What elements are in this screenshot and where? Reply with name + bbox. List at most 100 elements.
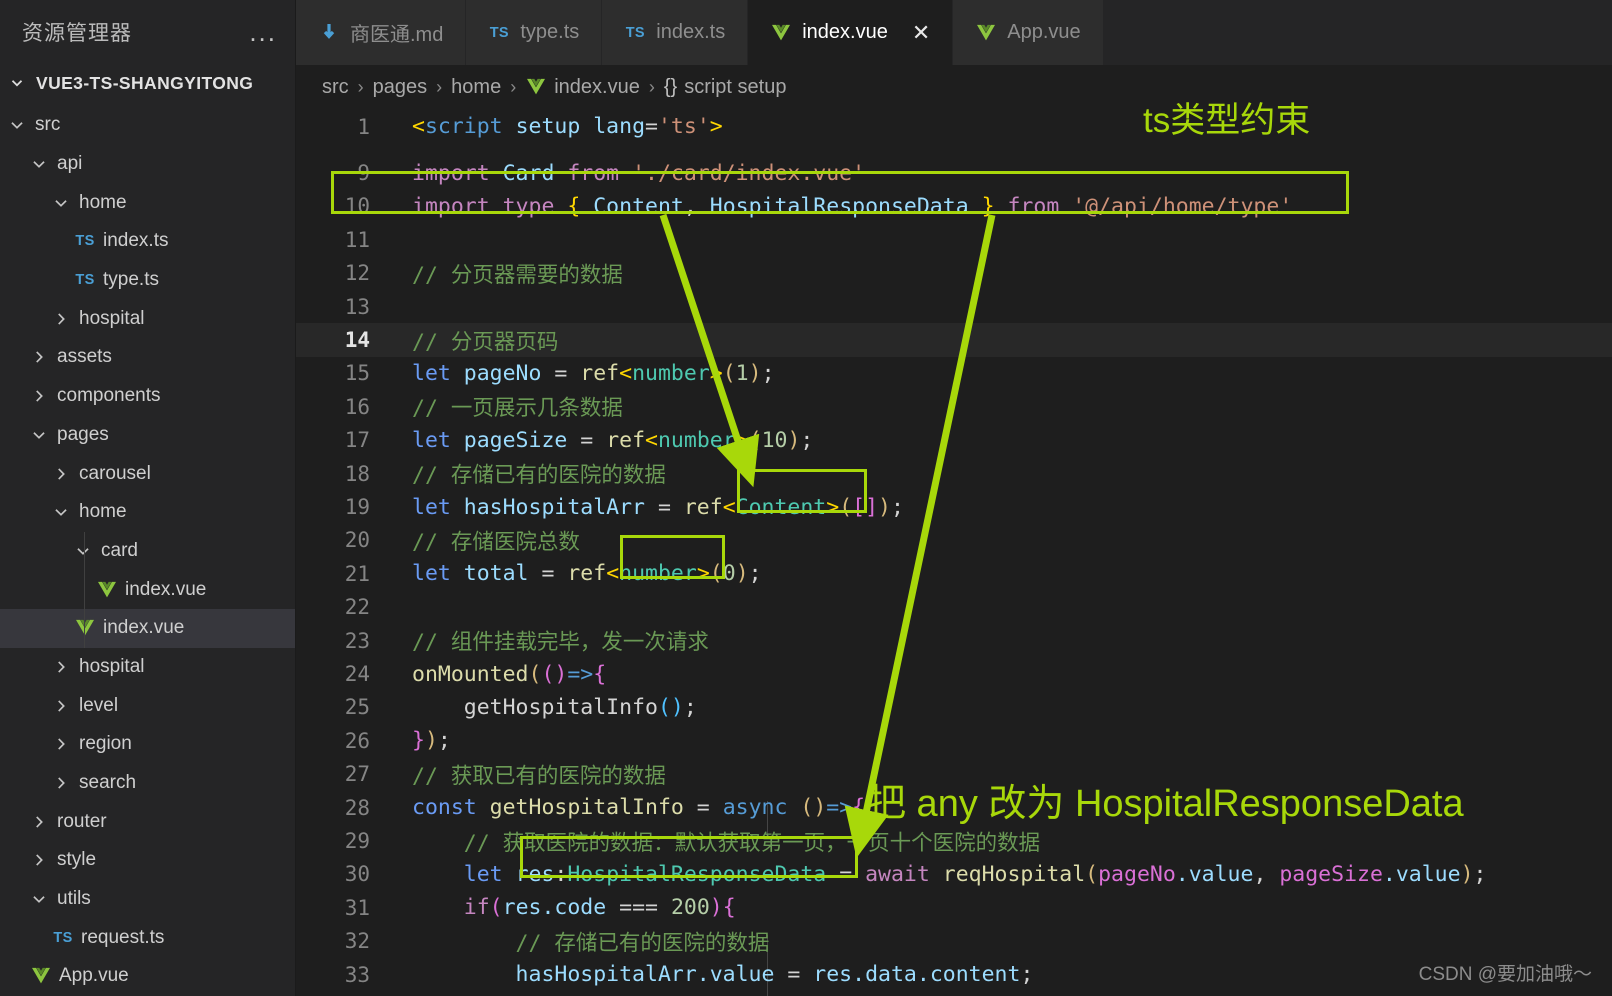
tree-item-hospital[interactable]: hospital (0, 648, 295, 687)
code-line-31[interactable]: 31 if(res.code === 200){ (296, 891, 1612, 924)
code-line-1[interactable]: 1 <script setup lang='ts'> (296, 110, 1612, 143)
tree-item-home[interactable]: home (0, 493, 295, 532)
code-line-text: getHospitalInfo(); (412, 694, 697, 720)
code-editor[interactable]: 1 <script setup lang='ts'> 9 import Card fr… (296, 109, 1612, 996)
code-line-17[interactable]: 17 let pageSize = ref<number>(10); (296, 424, 1612, 457)
editor-tab-index-vue[interactable]: index.vue ✕ (748, 0, 954, 65)
line-number: 33 (344, 962, 370, 987)
line-number: 28 (344, 795, 370, 820)
tree-item-carousel[interactable]: carousel (0, 454, 295, 493)
chevron-right-icon[interactable] (52, 465, 72, 483)
code-line-19[interactable]: 19 let hasHospitalArr = ref<Content>([]); (296, 490, 1612, 523)
tree-item-src[interactable]: src (0, 106, 295, 145)
tree-indent-guide (84, 531, 85, 571)
code-line-11[interactable]: 11 (296, 223, 1612, 256)
chevron-down-icon[interactable] (52, 194, 72, 212)
tree-item-label: api (57, 153, 83, 175)
tree-item-router[interactable]: router (0, 802, 295, 841)
tree-item-index-vue[interactable]: index.vue (0, 608, 295, 648)
tree-item-pages[interactable]: pages (0, 416, 295, 455)
code-line-24[interactable]: 24 onMounted(()=>{ (296, 657, 1612, 690)
editor-tab-type-ts[interactable]: TS type.ts (466, 0, 603, 65)
editor-tab-商医通-md[interactable]: 商医通.md (296, 0, 467, 65)
tree-item-style[interactable]: style (0, 841, 295, 880)
code-line-25[interactable]: 25 getHospitalInfo(); (296, 691, 1612, 724)
code-line-text: // 存储已有的医院的数据 (412, 930, 770, 956)
code-line-21[interactable]: 21 let total = ref<number>(0); (296, 557, 1612, 590)
chevron-right-icon[interactable] (52, 697, 72, 715)
chevron-right-icon[interactable] (52, 735, 72, 753)
chevron-right-icon[interactable] (52, 774, 72, 792)
tree-item-label: utils (57, 888, 91, 910)
chevron-down-icon[interactable] (52, 503, 72, 521)
line-number: 29 (344, 829, 370, 854)
chevron-right-icon[interactable] (30, 851, 50, 869)
code-line-13[interactable]: 13 (296, 290, 1612, 323)
chevron-down-icon[interactable] (30, 155, 50, 173)
code-line-14[interactable]: 14 // 分页器页码 (296, 323, 1612, 357)
chevron-right-icon[interactable] (52, 310, 72, 328)
chevron-down-icon[interactable] (30, 890, 50, 908)
tree-item-components[interactable]: components (0, 377, 295, 416)
chevron-down-icon[interactable] (30, 426, 50, 444)
code-line-33[interactable]: 33 hasHospitalArr.value = res.data.conte… (296, 958, 1612, 991)
code-line-28[interactable]: 28 const getHospitalInfo = async ()=>{ (296, 791, 1612, 824)
tree-item-search[interactable]: search (0, 764, 295, 803)
editor-tab-App-vue[interactable]: App.vue (953, 0, 1104, 65)
tab-bar-filler (1103, 0, 1612, 65)
close-icon[interactable]: ✕ (912, 21, 930, 44)
vue-icon (96, 581, 118, 599)
editor-tab-index-ts[interactable]: TS index.ts (602, 0, 749, 65)
code-line-text: const getHospitalInfo = async ()=>{ (412, 795, 866, 821)
code-line-26[interactable]: 26}); (296, 724, 1612, 757)
breadcrumb-item-home[interactable]: home (451, 76, 501, 99)
code-line-12[interactable]: 12 // 分页器需要的数据 (296, 257, 1612, 290)
workspace-root-row[interactable]: VUE3-TS-SHANGYITONG (0, 64, 295, 102)
chevron-right-icon[interactable] (52, 658, 72, 676)
breadcrumb-item-pages[interactable]: pages (373, 76, 428, 99)
code-line-text: onMounted(()=>{ (412, 661, 607, 687)
tree-item-utils[interactable]: utils (0, 880, 295, 919)
code-line-15[interactable]: 15 let pageNo = ref<number>(1); (296, 357, 1612, 390)
code-line-text: hasHospitalArr.value = res.data.content; (412, 962, 1034, 988)
breadcrumb-item-src[interactable]: src (322, 76, 349, 99)
tree-item-api[interactable]: api (0, 145, 295, 184)
tree-item-type-ts[interactable]: TS type.ts (0, 261, 295, 300)
code-line-text: // 存储医院总数 (412, 529, 580, 555)
tree-item-assets[interactable]: assets (0, 338, 295, 377)
code-line-10[interactable]: 10 import type { Content, HospitalRespons… (296, 190, 1612, 223)
tree-indent-guide (84, 570, 85, 609)
code-line-32[interactable]: 32 // 存储已有的医院的数据 (296, 925, 1612, 958)
code-line-text: // 存储已有的医院的数据 (412, 463, 666, 489)
code-line-16[interactable]: 16 // 一页展示几条数据 (296, 390, 1612, 423)
tree-item-card[interactable]: card (0, 531, 295, 571)
code-line-20[interactable]: 20 // 存储医院总数 (296, 524, 1612, 557)
chevron-down-icon[interactable] (8, 116, 28, 134)
more-actions-icon[interactable]: ... (249, 19, 277, 45)
code-line-text: // 获取医院的数据：默认获取第一页，一页十个医院的数据 (412, 830, 1041, 856)
code-line-22[interactable]: 22 (296, 591, 1612, 624)
tree-item-region[interactable]: region (0, 725, 295, 764)
tree-item-index-ts[interactable]: TS index.ts (0, 222, 295, 261)
tree-item-label: home (79, 501, 127, 523)
tree-item-hospital[interactable]: hospital (0, 299, 295, 338)
tree-item-index-vue[interactable]: index.vue (0, 570, 295, 609)
code-line-9[interactable]: 9 import Card from './card/index.vue' (296, 156, 1612, 189)
chevron-right-icon[interactable] (30, 348, 50, 366)
tree-item-home[interactable]: home (0, 183, 295, 222)
code-line-text: // 获取已有的医院的数据 (412, 763, 666, 789)
code-line-18[interactable]: 18 // 存储已有的医院的数据 (296, 457, 1612, 490)
code-line-29[interactable]: 29 // 获取医院的数据：默认获取第一页，一页十个医院的数据 (296, 824, 1612, 857)
tree-item-request-ts[interactable]: TS request.ts (0, 918, 295, 957)
tree-item-label: index.vue (125, 578, 207, 600)
tree-item-level[interactable]: level (0, 686, 295, 725)
breadcrumb-item-script-setup[interactable]: {} script setup (664, 76, 787, 99)
breadcrumb-item-index-vue[interactable]: index.vue (525, 76, 640, 99)
tree-item-App-vue[interactable]: App.vue (0, 957, 295, 996)
code-line-27[interactable]: 27 // 获取已有的医院的数据 (296, 758, 1612, 791)
code-line-30[interactable]: 30 let res:HospitalResponseData = await … (296, 858, 1612, 891)
code-line-text: }); (412, 728, 451, 754)
chevron-right-icon[interactable] (30, 387, 50, 405)
chevron-right-icon[interactable] (30, 813, 50, 831)
code-line-23[interactable]: 23 // 组件挂载完毕，发一次请求 (296, 624, 1612, 657)
